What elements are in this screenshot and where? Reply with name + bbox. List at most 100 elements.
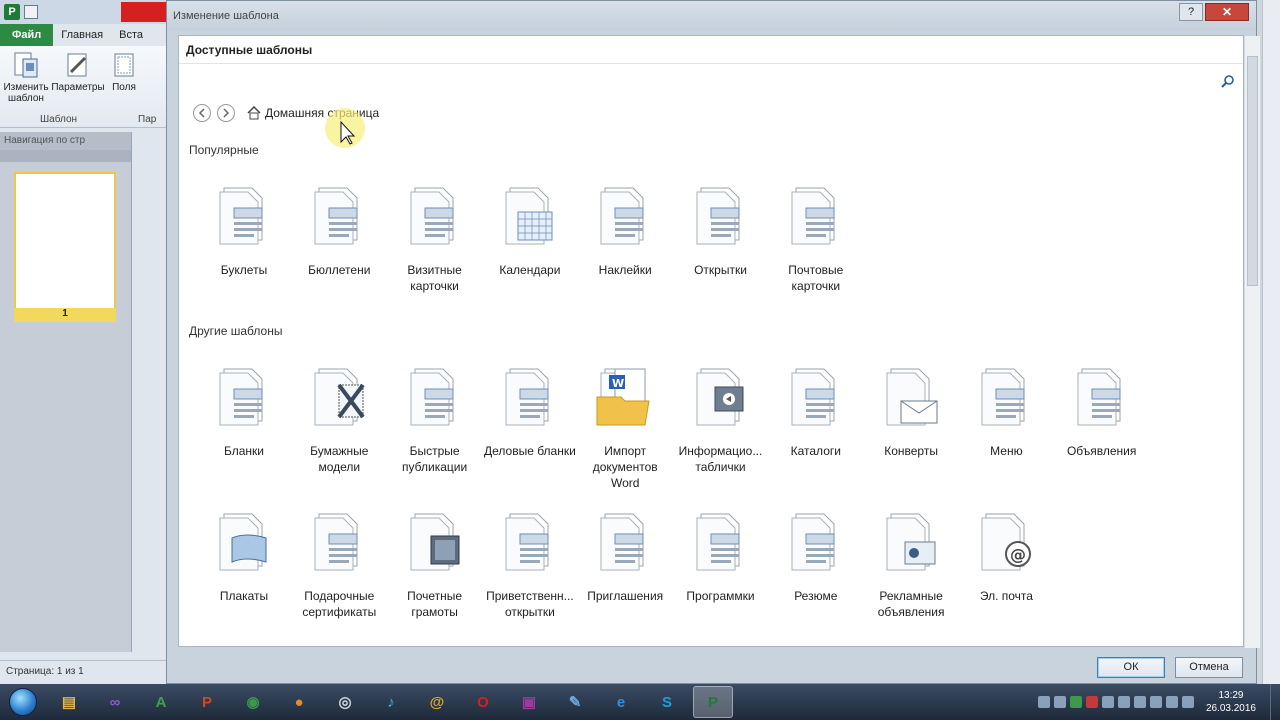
template-tile[interactable]: Приглашения	[579, 508, 671, 604]
ok-button[interactable]: ОК	[1097, 657, 1165, 678]
tab-file[interactable]: Файл	[0, 24, 54, 46]
invitation-icon	[600, 513, 644, 571]
volume-icon[interactable]	[1165, 696, 1178, 708]
template-label: Приветственн... открытки	[486, 589, 574, 619]
template-tile[interactable]: Рекламные объявления	[865, 508, 957, 620]
taskbar-app-button[interactable]: ◎	[325, 686, 365, 718]
template-tile[interactable]: Визитные карточки	[389, 182, 481, 294]
template-label: Бюллетени	[308, 263, 371, 277]
template-tile[interactable]: Деловые бланки	[484, 363, 576, 459]
panel-scrollbar[interactable]	[1244, 36, 1260, 648]
template-tile[interactable]: Конверты	[865, 363, 957, 459]
template-tile[interactable]: Бланки	[198, 363, 290, 459]
fields-label: Поля	[112, 82, 136, 93]
vs-icon: ∞	[109, 693, 121, 711]
template-tile[interactable]: Каталоги	[770, 363, 862, 459]
taskbar-app-button[interactable]: ∞	[95, 686, 135, 718]
tray-icon[interactable]	[1101, 696, 1114, 708]
forward-button[interactable]	[217, 104, 235, 122]
template-tile[interactable]: Программки	[675, 508, 767, 604]
template-tile[interactable]: Бюллетени	[293, 182, 385, 278]
window-close-area[interactable]	[121, 2, 169, 22]
taskbar-app-button[interactable]: ✎	[555, 686, 595, 718]
clock[interactable]: 13:29 26.03.2016	[1206, 689, 1256, 715]
ribbon-tabs: Файл Главная Вста	[0, 24, 169, 46]
taskbar-app-button[interactable]: @	[417, 686, 457, 718]
network-tray-icon[interactable]	[1181, 696, 1194, 708]
template-label: Бланки	[224, 444, 264, 458]
template-tile[interactable]: Информацио... таблички	[675, 363, 767, 475]
search-icon[interactable]	[1221, 74, 1235, 88]
tray-icon[interactable]	[1037, 696, 1050, 708]
template-label: Почтовые карточки	[788, 263, 844, 293]
template-tile[interactable]: Резюме	[770, 508, 862, 604]
tray-icon[interactable]	[1117, 696, 1130, 708]
tray-icon[interactable]	[1053, 696, 1066, 708]
back-button[interactable]	[193, 104, 211, 122]
available-templates-header: Доступные шаблоны	[179, 36, 1243, 64]
template-tile[interactable]: Почтовые карточки	[770, 182, 862, 294]
template-tile[interactable]: @ Эл. почта	[960, 508, 1052, 604]
parameters-label: Параметры	[51, 82, 105, 93]
newsletter-icon	[314, 187, 358, 245]
arrow-right-icon	[223, 108, 230, 118]
taskbar-app-button[interactable]: ▤	[49, 686, 89, 718]
tray-icon[interactable]	[1133, 696, 1146, 708]
template-label: Буклеты	[220, 263, 268, 277]
start-button[interactable]	[0, 684, 46, 720]
taskbar-app-button[interactable]: O	[463, 686, 503, 718]
taskbar: ▤ ∞ A P ◉ ● ◎ ♪ @ O ▣ ✎ e S P 13:29 26.03.2016	[0, 684, 1280, 720]
template-tile[interactable]: Объявления	[1056, 363, 1148, 459]
network-icon: ◉	[246, 694, 260, 711]
tray-icon[interactable]	[1069, 696, 1082, 708]
taskbar-app-button[interactable]: P	[187, 686, 227, 718]
video-icon: ▣	[521, 694, 537, 711]
template-tile[interactable]: Почетные грамоты	[389, 508, 481, 620]
template-tile[interactable]: Открытки	[675, 182, 767, 278]
booklet-icon	[219, 187, 263, 245]
taskbar-app-button[interactable]: ◉	[233, 686, 273, 718]
calendar-icon	[505, 187, 553, 245]
template-tile[interactable]: Буклеты	[198, 182, 290, 278]
cancel-button[interactable]: Отмена	[1175, 657, 1243, 678]
template-tile[interactable]: Календари	[484, 182, 576, 278]
template-tile[interactable]: Наклейки	[579, 182, 671, 278]
tray-icon[interactable]	[1085, 696, 1098, 708]
template-tile[interactable]: Меню	[960, 363, 1052, 459]
program-icon	[696, 513, 739, 571]
taskbar-app-button[interactable]: ♪	[371, 686, 411, 718]
taskbar-app-button[interactable]: S	[647, 686, 687, 718]
template-label: Импорт документов Word	[592, 444, 658, 490]
template-tile[interactable]: W Импорт документов Word	[579, 363, 671, 491]
screen-right-scrollbar[interactable]	[1262, 0, 1280, 684]
skype-icon: S	[661, 693, 672, 711]
page-thumbnail[interactable]	[14, 172, 116, 322]
label-icon	[600, 187, 644, 245]
template-tile[interactable]: Плакаты	[198, 508, 290, 604]
tab-insert[interactable]: Вста	[111, 24, 151, 46]
tray-icon[interactable]	[1149, 696, 1162, 708]
taskbar-app-button[interactable]: P	[693, 686, 733, 718]
svg-text:@: @	[1010, 545, 1026, 564]
taskbar-app-button[interactable]: ●	[279, 686, 319, 718]
taskbar-app-button[interactable]: e	[601, 686, 641, 718]
template-tile[interactable]: Бумажные модели	[293, 363, 385, 475]
templates-panel: Доступные шаблоны Домашняя страница Попу…	[178, 35, 1260, 648]
show-desktop-button[interactable]	[1270, 684, 1280, 720]
template-tile[interactable]: Приветственн... открытки	[484, 508, 576, 620]
save-icon[interactable]	[24, 5, 38, 19]
page-number: 1	[14, 308, 116, 322]
template-tile[interactable]: Быстрые публикации	[389, 363, 481, 475]
at-icon: @	[429, 693, 445, 711]
quick-publication-icon	[410, 368, 454, 426]
taskbar-app-button[interactable]: A	[141, 686, 181, 718]
template-tile[interactable]: Подарочные сертификаты	[293, 508, 385, 620]
scrollbar-thumb[interactable]	[1247, 56, 1258, 286]
tab-home[interactable]: Главная	[53, 24, 111, 46]
help-button[interactable]: ?	[1179, 3, 1203, 21]
catalog-icon	[791, 368, 835, 426]
taskbar-app-button[interactable]: ▣	[509, 686, 549, 718]
close-button[interactable]: ✕	[1205, 3, 1249, 21]
greeting-card-icon	[696, 187, 739, 245]
taskbar-apps: ▤ ∞ A P ◉ ● ◎ ♪ @ O ▣ ✎ e S P	[46, 686, 736, 718]
